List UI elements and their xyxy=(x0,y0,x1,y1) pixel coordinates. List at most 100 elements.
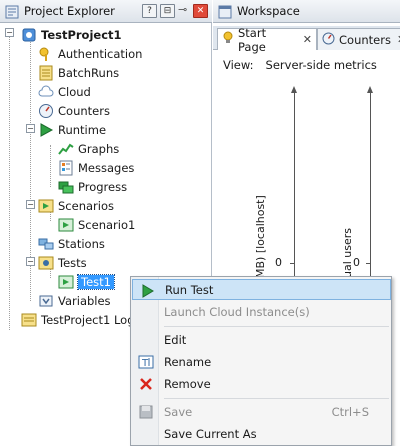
tab-start-page[interactable]: Start Page ✕ xyxy=(217,26,317,54)
y-axis-2 xyxy=(370,92,371,278)
tree-item-cloud[interactable]: Cloud xyxy=(38,82,91,101)
test-icon xyxy=(58,274,74,290)
close-panel-button[interactable]: ✕ xyxy=(193,4,208,18)
menu-item-label: Edit xyxy=(164,332,187,347)
minimize-button[interactable]: ⊟ xyxy=(160,4,175,18)
remove-icon xyxy=(138,376,154,392)
tree-item-counters[interactable]: Counters xyxy=(38,101,110,120)
runtime-collapse-toggle[interactable]: − xyxy=(26,124,35,133)
tree-item-label: Variables xyxy=(58,293,111,308)
tree-item-scenario1[interactable]: Scenario1 xyxy=(58,215,135,234)
scenarios-collapse-toggle[interactable]: − xyxy=(26,200,35,209)
axis-label: MB) [localhost] xyxy=(254,195,267,278)
close-tab-icon[interactable]: ✕ xyxy=(303,33,312,46)
tree-item-label: Cloud xyxy=(58,84,91,99)
tests-collapse-toggle[interactable]: − xyxy=(26,257,35,266)
tree-item-stations[interactable]: Stations xyxy=(38,234,105,253)
view-label: View: xyxy=(223,58,254,72)
root-collapse-toggle[interactable]: − xyxy=(5,28,14,37)
menu-item-remove[interactable]: Remove xyxy=(132,373,391,394)
tree-item-graphs[interactable]: Graphs xyxy=(58,139,119,158)
lightbulb-icon xyxy=(222,31,234,48)
menu-item-save-current-as[interactable]: Save Current As xyxy=(132,423,391,444)
tree-item-scenarios[interactable]: Scenarios xyxy=(38,196,114,215)
tree-item-logs[interactable]: TestProject1 Logs xyxy=(21,310,141,329)
variables-icon xyxy=(38,293,54,309)
axis-label: ual users xyxy=(341,228,354,278)
tree-item-variables[interactable]: Variables xyxy=(38,291,111,310)
workspace-icon xyxy=(218,5,232,22)
workspace-title: Workspace xyxy=(237,4,300,18)
menu-item-label: Launch Cloud Instance(s) xyxy=(164,304,310,319)
menu-item-label: Rename xyxy=(164,354,212,369)
tab-label: Start Page xyxy=(238,25,267,54)
tree-item-runtime[interactable]: Runtime xyxy=(38,120,106,139)
menu-item-save[interactable]: Save Ctrl+S xyxy=(132,401,391,422)
graph-icon xyxy=(58,141,74,157)
project-explorer-title: Project Explorer xyxy=(24,4,115,18)
tree-item-label: Authentication xyxy=(58,46,143,61)
progress-icon xyxy=(58,179,74,195)
menu-item-run-test[interactable]: Run Test xyxy=(132,279,391,300)
menu-item-edit[interactable]: Edit xyxy=(132,329,391,350)
view-value: Server-side metrics xyxy=(265,58,377,72)
tree-item-authentication[interactable]: Authentication xyxy=(38,44,142,63)
project-icon xyxy=(21,27,37,43)
gauge-icon xyxy=(38,103,54,119)
pin-icon[interactable]: ⊸ xyxy=(178,3,187,16)
menu-item-launch-cloud-instance[interactable]: Launch Cloud Instance(s) xyxy=(132,301,391,322)
play-icon xyxy=(38,122,54,138)
tree-item-label: Scenarios xyxy=(58,198,114,213)
axis-tick-label: 0 xyxy=(275,256,282,269)
menu-item-shortcut: Ctrl+S xyxy=(331,404,369,419)
tree-item-label: BatchRuns xyxy=(58,65,120,80)
menu-item-rename[interactable]: T Rename xyxy=(132,351,391,372)
tree-item-label: Stations xyxy=(58,236,105,251)
axis-tick xyxy=(290,263,295,264)
cloud-icon xyxy=(38,84,54,100)
batchruns-icon xyxy=(38,65,54,81)
help-button[interactable]: ? xyxy=(142,4,157,18)
tree-item-label: TestProject1 xyxy=(41,27,122,42)
menu-item-label: Save xyxy=(164,404,193,419)
project-explorer-icon xyxy=(5,5,19,22)
tests-icon xyxy=(38,255,54,271)
y-axis-1 xyxy=(294,92,295,278)
tree-item-root[interactable]: TestProject1 xyxy=(21,25,122,44)
menu-item-label: Save Current As xyxy=(164,426,257,441)
project-explorer-header: Project Explorer ? ⊟ ⊸ ✕ xyxy=(0,0,212,23)
logs-icon xyxy=(21,312,37,328)
menu-separator xyxy=(164,398,389,399)
tree-item-label: TestProject1 Logs xyxy=(41,312,141,327)
save-icon xyxy=(138,404,154,420)
tree-item-label: Runtime xyxy=(58,122,107,137)
scenarios-icon xyxy=(38,198,54,214)
key-icon xyxy=(38,46,54,62)
menu-item-label: Remove xyxy=(164,376,211,391)
tree-item-label: Counters xyxy=(58,103,110,118)
tree-item-tests[interactable]: Tests xyxy=(38,253,87,272)
scenario-icon xyxy=(58,217,74,233)
tab-label: Counters xyxy=(339,32,391,47)
tree-item-label: Messages xyxy=(78,160,135,175)
svg-text:T: T xyxy=(141,358,149,369)
menu-separator xyxy=(164,326,389,327)
context-menu: Run Test Launch Cloud Instance(s) Edit T… xyxy=(130,276,392,446)
tree-item-test1[interactable]: Test1 xyxy=(58,272,115,291)
tree-item-batchruns[interactable]: BatchRuns xyxy=(38,63,119,82)
tree-item-messages[interactable]: Messages xyxy=(58,158,134,177)
rename-icon: T xyxy=(138,354,154,370)
tree-item-label: Progress xyxy=(78,179,128,194)
tree-item-label: Tests xyxy=(58,255,87,270)
view-selector[interactable]: View: Server-side metrics xyxy=(223,58,377,72)
tab-counters[interactable]: Counters ✕ xyxy=(317,28,400,50)
menu-item-label: Run Test xyxy=(165,282,214,297)
axis-tick xyxy=(366,263,371,264)
axis-tick-label: 0 xyxy=(353,256,360,269)
workspace-header: Workspace xyxy=(213,0,400,23)
tree-item-label: Graphs xyxy=(78,141,120,156)
tree-item-label: Scenario1 xyxy=(78,217,136,232)
tree-item-label: Test1 xyxy=(77,273,115,290)
tree-item-progress[interactable]: Progress xyxy=(58,177,127,196)
messages-icon xyxy=(58,160,74,176)
